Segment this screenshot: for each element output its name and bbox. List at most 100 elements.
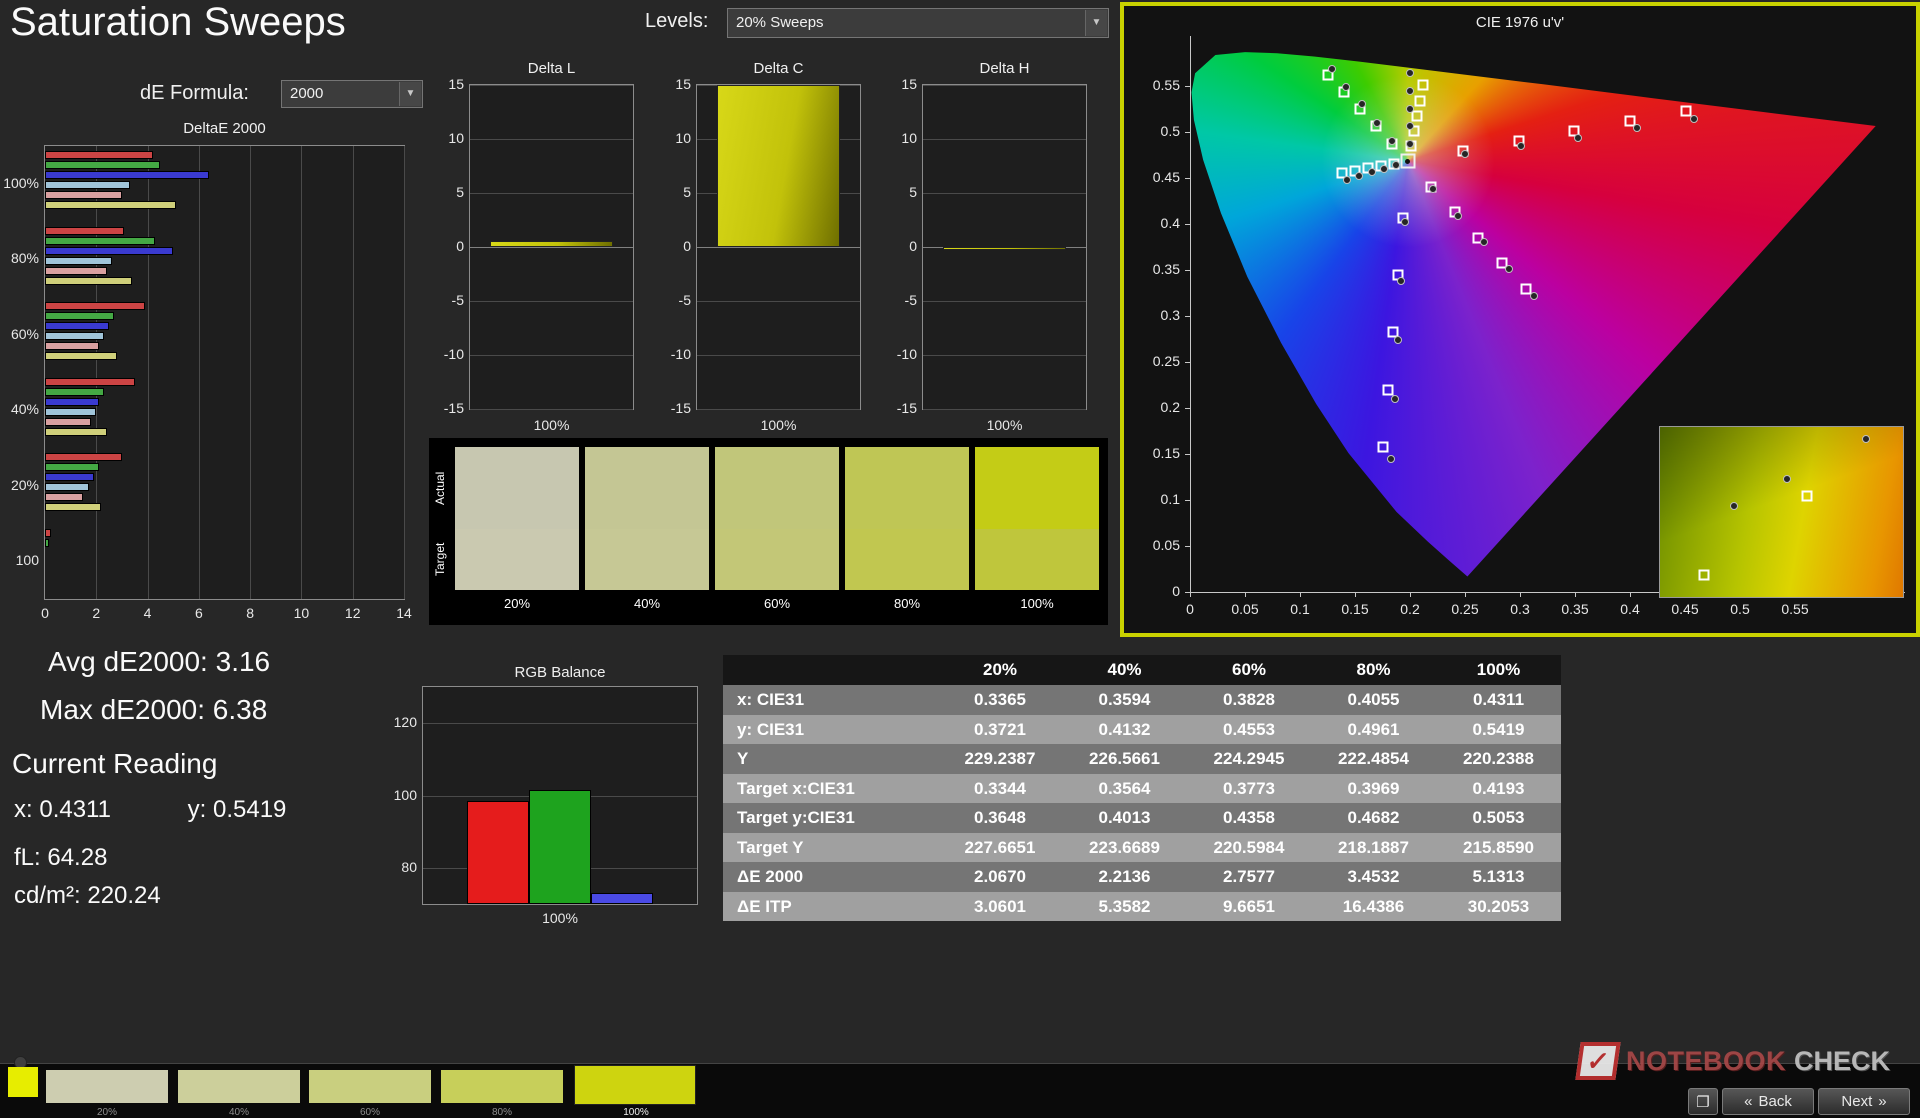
deltae-bar [45,388,104,396]
gridline [423,723,697,724]
table-cell: 0.4961 [1311,715,1436,745]
deltae-bar [45,398,99,406]
target-swatch [455,529,579,590]
current-reading-title: Current Reading [12,748,217,780]
target-swatch [715,529,839,590]
cie-y-tick-label: 0.1 [1134,491,1180,507]
cie-x-tick-label: 0.45 [1663,601,1707,617]
measurement-marker [1388,137,1396,145]
cie-y-axis [1190,36,1191,592]
table-cell: 222.4854 [1311,744,1436,774]
deltae-x-label: 6 [187,605,211,621]
deltae-y-label: 20% [0,477,39,493]
x-label: x: [14,796,33,823]
gridline [923,409,1086,410]
bottom-swatch-100%[interactable] [575,1066,695,1104]
deltae-bar [45,191,122,199]
actual-swatch [455,447,579,529]
delta-l-title: Delta L [469,60,634,77]
de-formula-dropdown[interactable]: 2000 ▼ [281,80,423,108]
back-button[interactable]: « Back [1722,1088,1814,1115]
deltae-bar [45,247,173,255]
target-marker [1417,80,1428,91]
mini-y-label: -5 [653,292,691,308]
mini-x-label: 100% [923,417,1086,433]
results-table: 20%40%60%80%100%x: CIE310.33650.35940.38… [723,655,1561,921]
inset-measurement-marker [1783,475,1791,483]
cie-x-tick [1465,592,1466,597]
bottom-swatch-40%[interactable] [178,1070,300,1103]
table-cell: 0.3648 [938,803,1062,833]
bottom-swatch-80%[interactable] [441,1070,563,1103]
current-patch-indicator[interactable] [8,1067,38,1097]
delta-h-title: Delta H [922,60,1087,77]
measurement-marker [1355,172,1363,180]
table-row: Target x:CIE310.33440.35640.37730.39690.… [723,774,1561,804]
bottom-bar: ❐ « Back Next » 20%40%60%80%100% [0,1063,1920,1118]
mini-bar [943,247,1067,250]
mini-y-label: 15 [879,76,917,92]
cie-y-tick-label: 0.45 [1134,169,1180,185]
measurement-marker [1397,277,1405,285]
measurement-marker [1401,218,1409,226]
measurement-marker [1406,69,1414,77]
rgb-balance-title: RGB Balance [422,664,698,681]
back-button-label: Back [1758,1093,1791,1110]
deltae-bar [45,257,112,265]
table-row-label: ΔE ITP [723,892,938,922]
deltae-bar [45,151,153,159]
next-button[interactable]: Next » [1818,1088,1910,1115]
table-cell: 0.3969 [1311,774,1436,804]
table-cell: 0.4682 [1311,803,1436,833]
swatch-column-label: 60% [715,596,839,611]
max-de2000-label: Max dE2000: [40,694,205,725]
levels-dropdown[interactable]: 20% Sweeps ▼ [727,8,1109,38]
gridline [923,355,1086,356]
table-row-label: x: CIE31 [723,685,938,715]
delta-c-title: Delta C [696,60,861,77]
deltae-x-label: 14 [392,605,416,621]
measurement-marker [1387,455,1395,463]
actual-swatch [585,447,709,529]
mini-y-label: 10 [426,130,464,146]
table-row: x: CIE310.33650.35940.38280.40550.4311 [723,685,1561,715]
table-header-cell [723,655,938,685]
de-formula-value: 2000 [290,85,323,102]
cie-y-tick-label: 0.2 [1134,399,1180,415]
swatch-panel: Actual Target 20%40%60%80%100% [429,438,1108,625]
cie-y-tick [1185,408,1190,409]
deltae-x-label: 8 [238,605,262,621]
measurement-marker [1406,140,1414,148]
table-cell: 227.6651 [938,833,1062,863]
table-cell: 16.4386 [1311,892,1436,922]
inset-measurement-marker [1862,435,1870,443]
y-value: 0.5419 [213,796,286,823]
measurement-marker [1480,238,1488,246]
table-row: ΔE 20002.06702.21362.75773.45325.1313 [723,862,1561,892]
rgb-bar-green [529,790,591,904]
cie-y-tick-label: 0.15 [1134,445,1180,461]
mini-y-label: 15 [653,76,691,92]
table-cell: 0.4013 [1062,803,1187,833]
swatch-column-label: 80% [845,596,969,611]
bottom-swatch-60%[interactable] [309,1070,431,1103]
cie-x-tick-label: 0 [1168,601,1212,617]
deltae-bar [45,181,130,189]
gridline [923,85,1086,86]
table-cell: 220.2388 [1436,744,1561,774]
cie-inset [1659,426,1904,598]
inset-target-marker [1699,569,1710,580]
deltae-bar [45,539,49,547]
cie-y-tick [1185,132,1190,133]
table-row-label: Y [723,744,938,774]
table-row: Y229.2387226.5661224.2945222.4854220.238… [723,744,1561,774]
measurement-marker [1342,83,1350,91]
bottom-swatch-20%[interactable] [46,1070,168,1103]
cie-panel: CIE 1976 u'v' 00.050.10.150.20.250.30.35… [1120,2,1920,637]
measurement-marker [1343,176,1351,184]
table-cell: 0.3773 [1187,774,1311,804]
measurement-marker [1505,265,1513,273]
mini-bar [717,85,841,247]
window-button[interactable]: ❐ [1688,1088,1718,1115]
deltae-chart-title: DeltaE 2000 [44,120,405,137]
